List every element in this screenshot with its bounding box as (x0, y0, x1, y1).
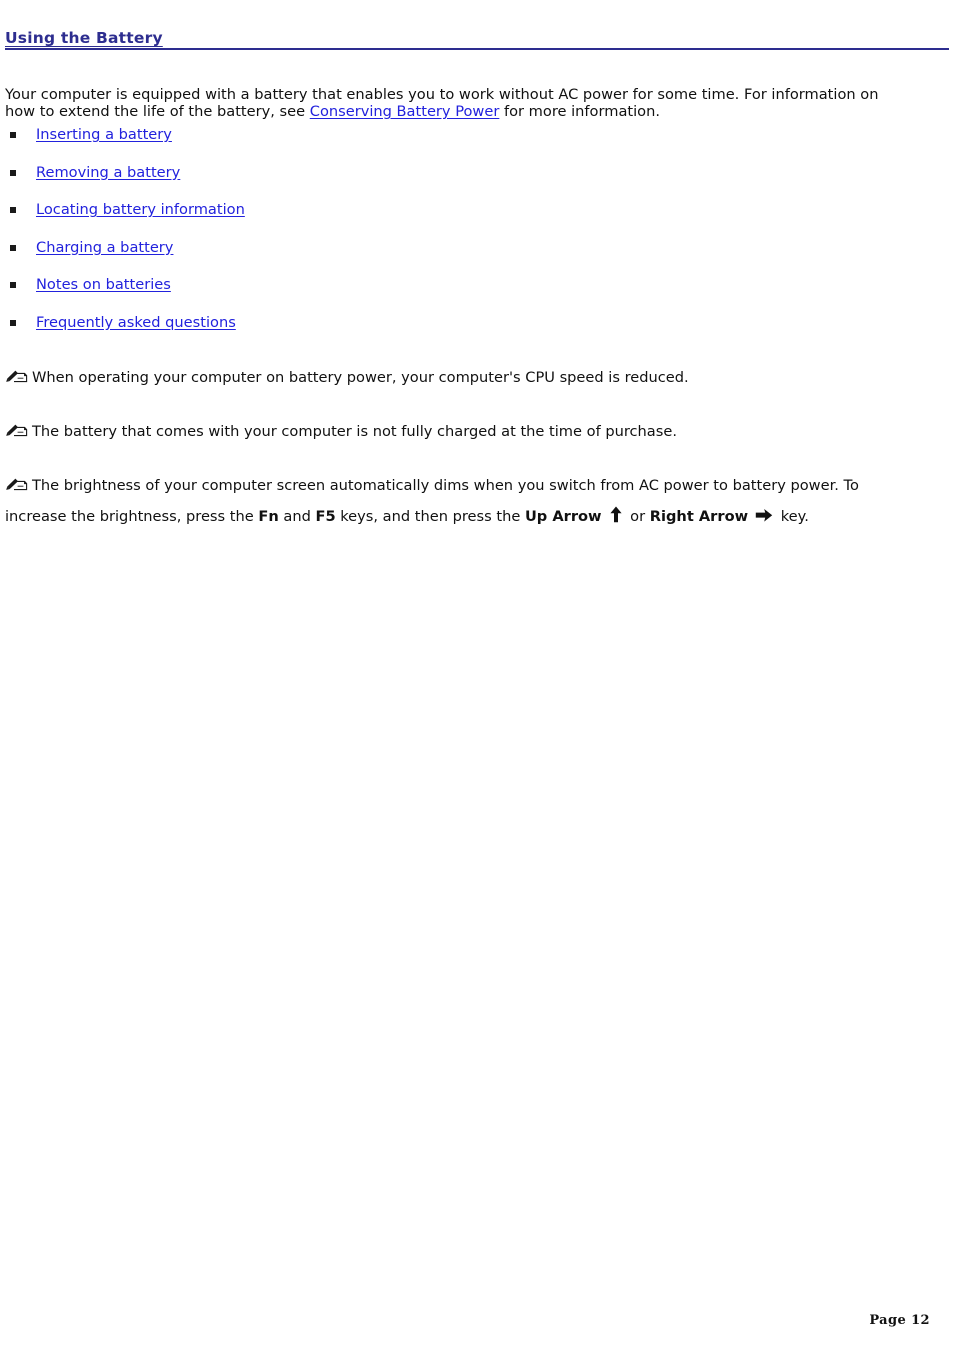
note-not-fully-charged: The battery that comes with your compute… (5, 416, 925, 447)
link-removing-a-battery[interactable]: Removing a battery (36, 164, 180, 181)
square-bullet-icon (10, 207, 16, 213)
note-pencil-icon (5, 477, 29, 493)
square-bullet-icon (10, 319, 16, 326)
right-arrow-icon (755, 508, 773, 523)
square-bullet-icon (10, 244, 16, 251)
key-fn: Fn (258, 508, 279, 525)
document-page: Using the Battery Your computer is equip… (0, 0, 954, 1351)
intro-line-2: how to extend the life of the battery, s… (5, 103, 920, 121)
note-text: The battery that comes with your compute… (32, 423, 677, 440)
up-arrow-icon (609, 506, 623, 523)
intro-line-1: Your computer is equipped with a battery… (5, 85, 879, 103)
note-text-part-2: and (278, 508, 316, 525)
link-locating-battery-information[interactable]: Locating battery information (36, 201, 245, 218)
note-text: When operating your computer on battery … (32, 369, 689, 386)
title-block: Using the Battery (5, 28, 949, 50)
note-pencil-icon (5, 423, 29, 439)
key-up-arrow: Up Arrow (524, 508, 602, 525)
square-bullet-icon (10, 169, 16, 176)
note-text-part-3: keys, and then press the (335, 508, 525, 525)
list-item: Notes on batteries (0, 275, 500, 313)
title-divider (5, 48, 949, 50)
list-item: Locating battery information (0, 200, 500, 238)
link-charging-a-battery[interactable]: Charging a battery (36, 239, 173, 256)
intro-line-2-prefix: how to extend the life of the battery, s… (5, 103, 310, 121)
list-item: Charging a battery (0, 238, 500, 276)
note-text-part-4: or (625, 508, 650, 525)
note-cpu-speed: When operating your computer on battery … (5, 362, 925, 393)
link-conserving-battery-power[interactable]: Conserving Battery Power (310, 103, 500, 120)
link-inserting-a-battery[interactable]: Inserting a battery (36, 126, 172, 143)
key-right-arrow: Right Arrow (649, 508, 749, 525)
intro-line-2-suffix: for more information. (499, 103, 660, 121)
list-item: Removing a battery (0, 163, 500, 201)
page-number-footer: Page 12 (869, 1313, 930, 1328)
square-bullet-icon (10, 132, 16, 138)
page-title: Using the Battery (5, 29, 163, 47)
intro-paragraph: Your computer is equipped with a battery… (5, 86, 920, 121)
topic-link-list: Inserting a battery Removing a battery L… (0, 125, 500, 350)
link-notes-on-batteries[interactable]: Notes on batteries (36, 276, 171, 293)
link-frequently-asked-questions[interactable]: Frequently asked questions (36, 314, 236, 331)
list-item: Frequently asked questions (0, 313, 500, 351)
key-f5: F5 (315, 508, 336, 525)
note-brightness: The brightness of your computer screen a… (5, 470, 917, 532)
list-item: Inserting a battery (0, 125, 500, 163)
square-bullet-icon (10, 282, 16, 288)
note-pencil-icon (5, 369, 29, 385)
note-text-part-5: key. (776, 508, 809, 525)
